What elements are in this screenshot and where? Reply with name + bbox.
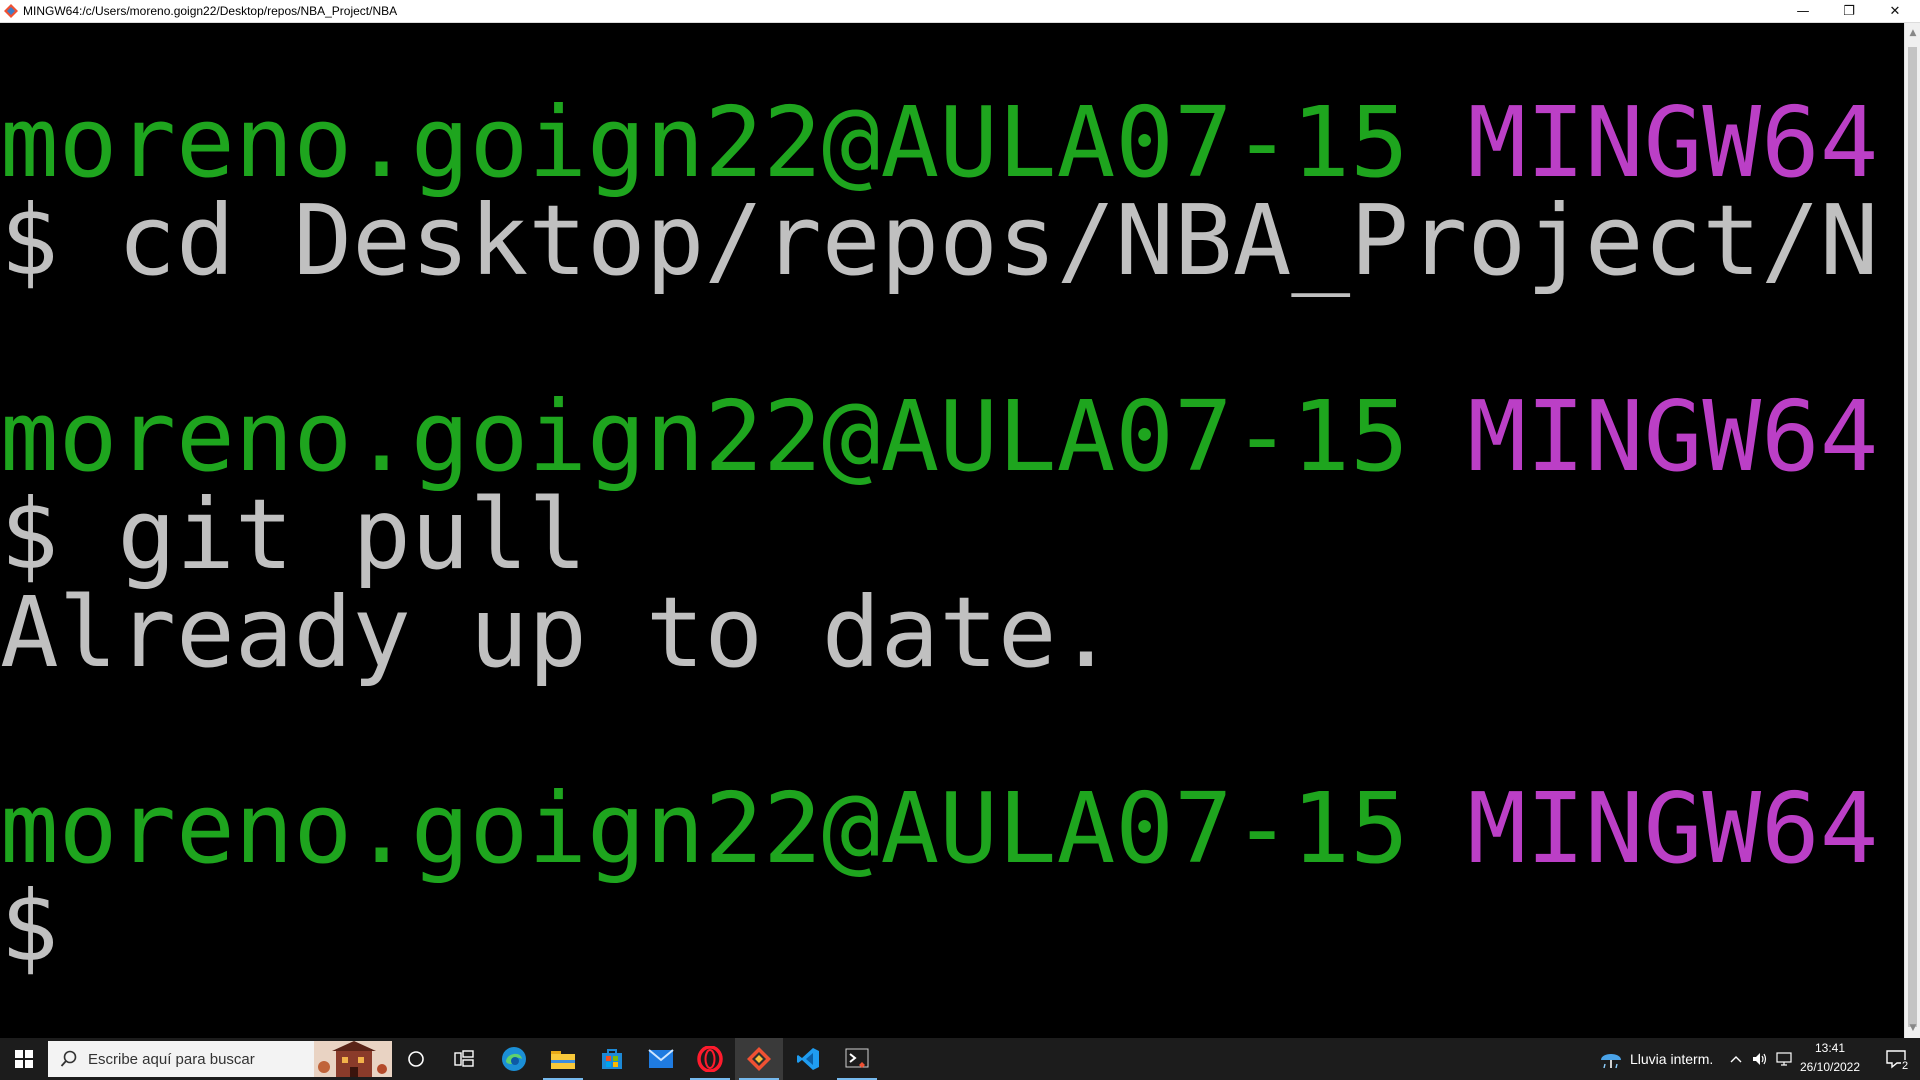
window-title: MINGW64:/c/Users/moreno.goign22/Desktop/… (23, 4, 398, 18)
chevron-up-icon (1730, 1056, 1742, 1063)
shell-name: MINGW64 (1467, 379, 1879, 493)
notification-count: 2 (1901, 1060, 1910, 1072)
speaker-icon (1753, 1053, 1767, 1065)
close-button[interactable]: ✕ (1872, 0, 1918, 22)
command-line: $ cd Desktop/repos/NBA_Project/N (0, 191, 1878, 289)
taskbar-app-store[interactable] (588, 1038, 636, 1080)
cortana-button[interactable] (392, 1038, 440, 1080)
taskbar: Escribe aquí para buscar Lluvia interm. … (0, 1038, 1920, 1080)
search-box[interactable]: Escribe aquí para buscar (48, 1041, 392, 1077)
volume-button[interactable] (1748, 1038, 1772, 1080)
prompt-line: moreno.goign22@AULA07-15 MINGW64 (0, 93, 1878, 191)
edge-icon (502, 1047, 526, 1071)
scroll-up-icon[interactable]: ▲ (1905, 25, 1920, 41)
store-icon (602, 1049, 622, 1069)
minimize-button[interactable]: — (1780, 0, 1826, 22)
user-host: moreno.goign22@AULA07-15 (0, 771, 1409, 885)
weather-rain-icon (1601, 1054, 1621, 1069)
taskbar-app-git-gui[interactable] (735, 1038, 783, 1080)
scrollbar-thumb[interactable] (1908, 47, 1917, 1027)
user-host: moreno.goign22@AULA07-15 (0, 379, 1409, 493)
notification-center-button[interactable]: 2 (1872, 1038, 1920, 1080)
mail-icon (648, 1049, 674, 1068)
shell-name: MINGW64 (1467, 85, 1879, 199)
network-button[interactable] (1772, 1038, 1796, 1080)
vertical-scrollbar[interactable]: ▲ ▼ (1904, 23, 1920, 1038)
network-icon (1776, 1052, 1792, 1066)
restore-icon: ❐ (1843, 3, 1855, 19)
scroll-down-icon[interactable]: ▼ (1905, 1020, 1920, 1036)
taskbar-app-mail[interactable] (637, 1038, 685, 1080)
opera-icon (697, 1046, 723, 1072)
command-text: git pull (117, 477, 588, 591)
restore-button[interactable]: ❐ (1826, 0, 1872, 22)
file-explorer-icon (551, 1051, 575, 1069)
start-icon (15, 1050, 33, 1068)
git-bash-icon (845, 1048, 869, 1068)
clock-date: 26/10/2022 (1799, 1060, 1861, 1074)
prompt-line: moreno.goign22@AULA07-15 MINGW64 (0, 779, 1878, 877)
minimize-icon: — (1796, 3, 1810, 19)
vscode-icon (797, 1048, 819, 1070)
command-line: $ git pull (0, 485, 587, 583)
weather-text: Lluvia interm. (1630, 1051, 1714, 1067)
prompt-symbol: $ (0, 869, 59, 983)
clock[interactable]: 13:41 26/10/2022 (1798, 1038, 1862, 1080)
search-icon (60, 1050, 77, 1067)
task-view-icon (454, 1050, 474, 1067)
user-host: moreno.goign22@AULA07-15 (0, 85, 1409, 199)
prompt-symbol: $ (0, 477, 59, 591)
taskbar-app-vscode[interactable] (784, 1038, 832, 1080)
show-hidden-icons-button[interactable] (1724, 1038, 1748, 1080)
prompt-symbol: $ (0, 183, 59, 297)
close-icon: ✕ (1889, 3, 1901, 19)
git-gui-icon (747, 1047, 771, 1071)
current-prompt-line[interactable]: $ (0, 877, 117, 975)
cortana-icon (408, 1051, 424, 1067)
shell-name: MINGW64 (1467, 771, 1879, 885)
start-button[interactable] (0, 1038, 48, 1080)
prompt-line: moreno.goign22@AULA07-15 MINGW64 (0, 387, 1878, 485)
task-view-button[interactable] (440, 1038, 488, 1080)
taskbar-app-git-bash[interactable] (833, 1038, 881, 1080)
window-title-bar[interactable]: MINGW64:/c/Users/moreno.goign22/Desktop/… (0, 0, 1920, 23)
git-bash-app-icon (4, 4, 18, 18)
taskbar-app-opera[interactable] (686, 1038, 734, 1080)
clock-time: 13:41 (1814, 1041, 1846, 1055)
command-output: Already up to date. (0, 575, 1116, 689)
command-text: cd Desktop/repos/NBA_Project/N (117, 183, 1879, 297)
taskbar-app-edge[interactable] (490, 1038, 538, 1080)
terminal-output[interactable]: moreno.goign22@AULA07-15 MINGW64 $ cd De… (0, 23, 1904, 1038)
search-highlight-illustration-icon (314, 1041, 392, 1077)
taskbar-app-file-explorer[interactable] (539, 1038, 587, 1080)
search-placeholder: Escribe aquí para buscar (88, 1051, 255, 1068)
